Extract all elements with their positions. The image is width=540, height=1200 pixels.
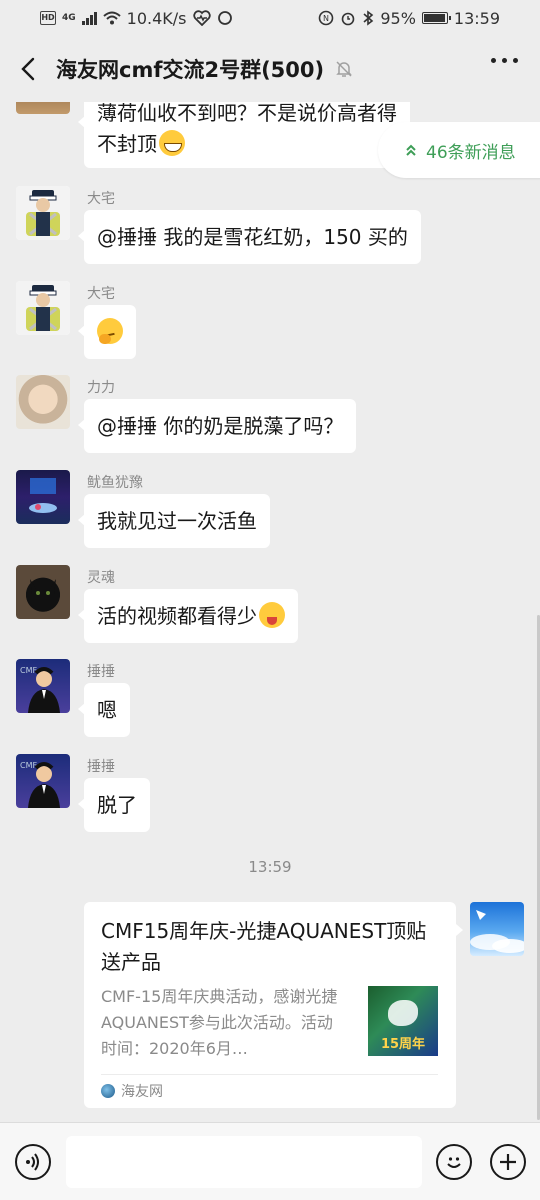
message-bubble[interactable]: 我就见过一次活鱼 — [78, 494, 270, 548]
avatar[interactable] — [16, 186, 70, 240]
sender-name: 大宅 — [87, 286, 115, 302]
thinking-emoji-icon — [97, 318, 123, 344]
source-name: 海友网 — [121, 1084, 163, 1100]
sender-name: 鱿鱼犹豫 — [87, 475, 143, 491]
message-bubble[interactable]: @捶捶 你的奶是脱藻了吗？ — [77, 399, 357, 453]
link-card[interactable]: CMF15周年庆-光捷AQUANEST顶贴送产品 CMF-15周年庆典活动，感谢… — [84, 902, 463, 1108]
avatar[interactable] — [16, 375, 70, 429]
bell-off-icon — [336, 61, 352, 77]
grin-emoji-icon — [159, 130, 185, 156]
voice-button[interactable] — [15, 1144, 51, 1180]
avatar-self[interactable] — [470, 902, 524, 956]
group-name: 海友网cmf交流2号群(500) — [56, 58, 325, 82]
add-button[interactable] — [490, 1144, 526, 1180]
message-text: @捶捶 我的是雪花红奶，150 买的 — [97, 225, 408, 249]
link-card-description: CMF-15周年庆典活动，感谢光捷AQUANEST参与此次活动。活动时间：202… — [101, 987, 338, 1058]
input-bar — [0, 1122, 540, 1200]
message-bubble[interactable]: 脱了 — [78, 778, 150, 832]
emoji-face-icon — [447, 1157, 461, 1168]
avatar[interactable]: CMF — [16, 659, 70, 713]
voice-icon — [26, 1153, 39, 1171]
avatar[interactable] — [16, 470, 70, 524]
message-bubble[interactable]: 活的视频都看得少 — [78, 589, 298, 643]
source-logo-icon — [101, 1084, 115, 1098]
avatar[interactable]: CMF — [16, 754, 70, 808]
message-text: 脱了 — [97, 793, 137, 817]
message-bubble[interactable]: 薄荷仙收不到吧？不是说价高者得 不封顶 — [78, 96, 410, 168]
drooling-emoji-icon — [259, 602, 285, 628]
new-messages-label: 46条新消息 — [426, 142, 516, 163]
message-text: 我就见过一次活鱼 — [97, 509, 257, 533]
sender-name: 力力 — [87, 380, 115, 396]
more-dots-icon — [491, 58, 496, 63]
sender-name: 大宅 — [87, 191, 115, 207]
message-text: 不封顶 — [97, 132, 157, 156]
svg-text:CMF: CMF — [20, 761, 37, 770]
back-button[interactable] — [0, 36, 56, 102]
link-card-thumbnail: 15周年 — [368, 986, 438, 1056]
message-input[interactable] — [66, 1136, 422, 1188]
more-button[interactable] — [491, 58, 518, 63]
message-text: 嗯 — [97, 698, 117, 722]
message-text: 薄荷仙收不到吧？不是说价高者得 — [97, 101, 397, 125]
sender-name: 捶捶 — [87, 664, 115, 680]
double-chevron-up-icon — [406, 144, 416, 156]
link-card-title: CMF15周年庆-光捷AQUANEST顶贴送产品 — [101, 919, 427, 974]
avatar[interactable] — [16, 565, 70, 619]
plus-icon — [500, 1154, 516, 1170]
fish-logo-icon — [388, 1000, 418, 1026]
message-bubble[interactable]: 嗯 — [78, 683, 130, 737]
sender-name: 灵魂 — [87, 570, 115, 586]
chevron-left-icon — [21, 57, 35, 81]
sender-name: 捶捶 — [87, 759, 115, 775]
message-bubble[interactable]: @捶捶 我的是雪花红奶，150 买的 — [78, 210, 421, 264]
new-messages-button[interactable]: 46条新消息 — [378, 122, 540, 178]
chat-title[interactable]: 海友网cmf交流2号群(500) — [56, 54, 354, 84]
link-card-source: 海友网 — [101, 1074, 438, 1101]
message-text: @捶捶 你的奶是脱藻了吗？ — [97, 414, 344, 438]
message-timestamp: 13:59 — [248, 858, 292, 876]
avatar[interactable] — [16, 281, 70, 335]
emoji-button[interactable] — [436, 1144, 472, 1180]
chat-header: 海友网cmf交流2号群(500) — [0, 36, 540, 102]
svg-text:CMF: CMF — [20, 666, 37, 675]
message-bubble[interactable] — [78, 305, 136, 359]
thumbnail-text: 15周年 — [380, 1037, 426, 1052]
message-text: 活的视频都看得少 — [97, 604, 257, 628]
